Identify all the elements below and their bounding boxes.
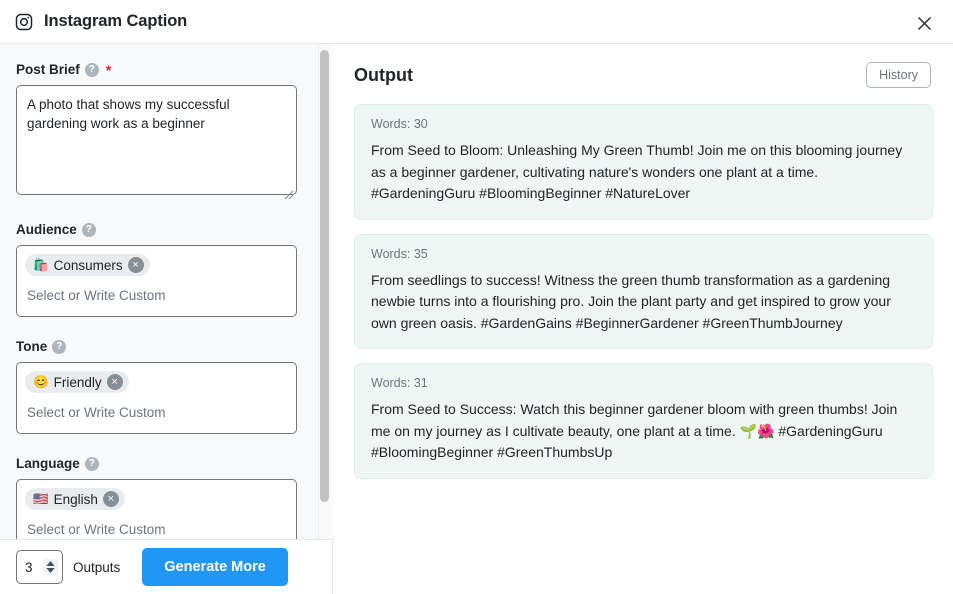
language-label-row: Language ?	[16, 456, 317, 471]
output-panel: Output History Words: 30 From Seed to Bl…	[334, 44, 953, 594]
field-tone: Tone ? 😊 Friendly × Select or Write Cust…	[16, 339, 317, 434]
tone-label-row: Tone ?	[16, 339, 317, 354]
history-button[interactable]: History	[866, 62, 931, 88]
required-marker: *	[105, 61, 112, 78]
language-chip-label: English	[53, 491, 98, 507]
help-icon[interactable]: ?	[81, 222, 96, 237]
field-post-brief: Post Brief ? *	[16, 62, 317, 200]
audience-tag-input[interactable]: 🛍️ Consumers × Select or Write Custom	[16, 245, 297, 317]
form-scrollbar-thumb[interactable]	[320, 50, 329, 502]
field-audience: Audience ? 🛍️ Consumers × Select or Writ…	[16, 222, 317, 317]
field-language: Language ? 🇺🇸 English × Select or Write …	[16, 456, 317, 539]
output-card-text: From seedlings to success! Witness the g…	[371, 271, 891, 331]
us-flag-icon: 🇺🇸	[33, 491, 49, 506]
stepper-arrows-icon[interactable]	[43, 559, 58, 575]
audience-placeholder[interactable]: Select or Write Custom	[25, 278, 288, 312]
output-header: Output History	[334, 44, 953, 88]
audience-label: Audience	[16, 222, 77, 237]
language-placeholder[interactable]: Select or Write Custom	[25, 512, 288, 539]
smiling-face-icon: 😊	[33, 374, 49, 389]
output-card[interactable]: Words: 35 From seedlings to success! Wit…	[354, 233, 933, 349]
instagram-icon	[14, 12, 34, 32]
help-icon[interactable]: ?	[84, 456, 99, 471]
remove-chip-icon[interactable]: ×	[127, 257, 144, 273]
output-card[interactable]: Words: 31 From Seed to Success: Watch th…	[354, 363, 933, 479]
tone-chip[interactable]: 😊 Friendly ×	[25, 371, 129, 393]
dialog-titlebar: Instagram Caption	[0, 0, 953, 44]
language-chip[interactable]: 🇺🇸 English ×	[25, 488, 125, 510]
word-count-badge: Words: 31	[371, 376, 428, 390]
audience-label-row: Audience ?	[16, 222, 317, 237]
language-tag-input[interactable]: 🇺🇸 English × Select or Write Custom	[16, 479, 297, 539]
remove-chip-icon[interactable]: ×	[102, 491, 119, 507]
outputs-value: 3	[25, 559, 33, 575]
help-icon[interactable]: ?	[52, 339, 67, 354]
language-label: Language	[16, 456, 80, 471]
tone-tag-input[interactable]: 😊 Friendly × Select or Write Custom	[16, 362, 297, 434]
post-brief-textarea-wrap	[16, 85, 297, 200]
word-count-badge: Words: 30	[371, 117, 428, 131]
output-card-text: From Seed to Success: Watch this beginne…	[371, 401, 898, 460]
output-card[interactable]: Words: 30 From Seed to Bloom: Unleashing…	[354, 104, 933, 220]
tone-placeholder[interactable]: Select or Write Custom	[25, 395, 288, 429]
instagram-caption-dialog: Instagram Caption Post Brief ? * A photo…	[0, 0, 953, 594]
form-footer: 3 Outputs Generate More	[0, 539, 333, 594]
generate-more-button[interactable]: Generate More	[142, 548, 288, 586]
help-icon[interactable]: ?	[84, 62, 99, 77]
form-panel: Post Brief ? * Audience	[0, 44, 333, 539]
tone-label: Tone	[16, 339, 48, 354]
post-brief-label-row: Post Brief ? *	[16, 62, 317, 77]
tone-chip-label: Friendly	[53, 374, 102, 390]
output-card-list: Words: 30 From Seed to Bloom: Unleashing…	[334, 88, 953, 479]
outputs-label: Outputs	[73, 559, 121, 575]
audience-chip[interactable]: 🛍️ Consumers ×	[25, 254, 150, 276]
output-card-text: From Seed to Bloom: Unleashing My Green …	[371, 142, 903, 201]
word-count-badge: Words: 35	[371, 246, 428, 261]
post-brief-input[interactable]	[16, 85, 297, 195]
audience-chip-label: Consumers	[53, 257, 123, 273]
post-brief-label: Post Brief	[16, 62, 80, 77]
output-title: Output	[354, 64, 413, 85]
page-title: Instagram Caption	[44, 12, 188, 30]
outputs-stepper[interactable]: 3	[16, 550, 63, 584]
shopping-bags-icon: 🛍️	[33, 257, 49, 272]
close-icon[interactable]	[911, 10, 937, 36]
remove-chip-icon[interactable]: ×	[106, 374, 123, 390]
